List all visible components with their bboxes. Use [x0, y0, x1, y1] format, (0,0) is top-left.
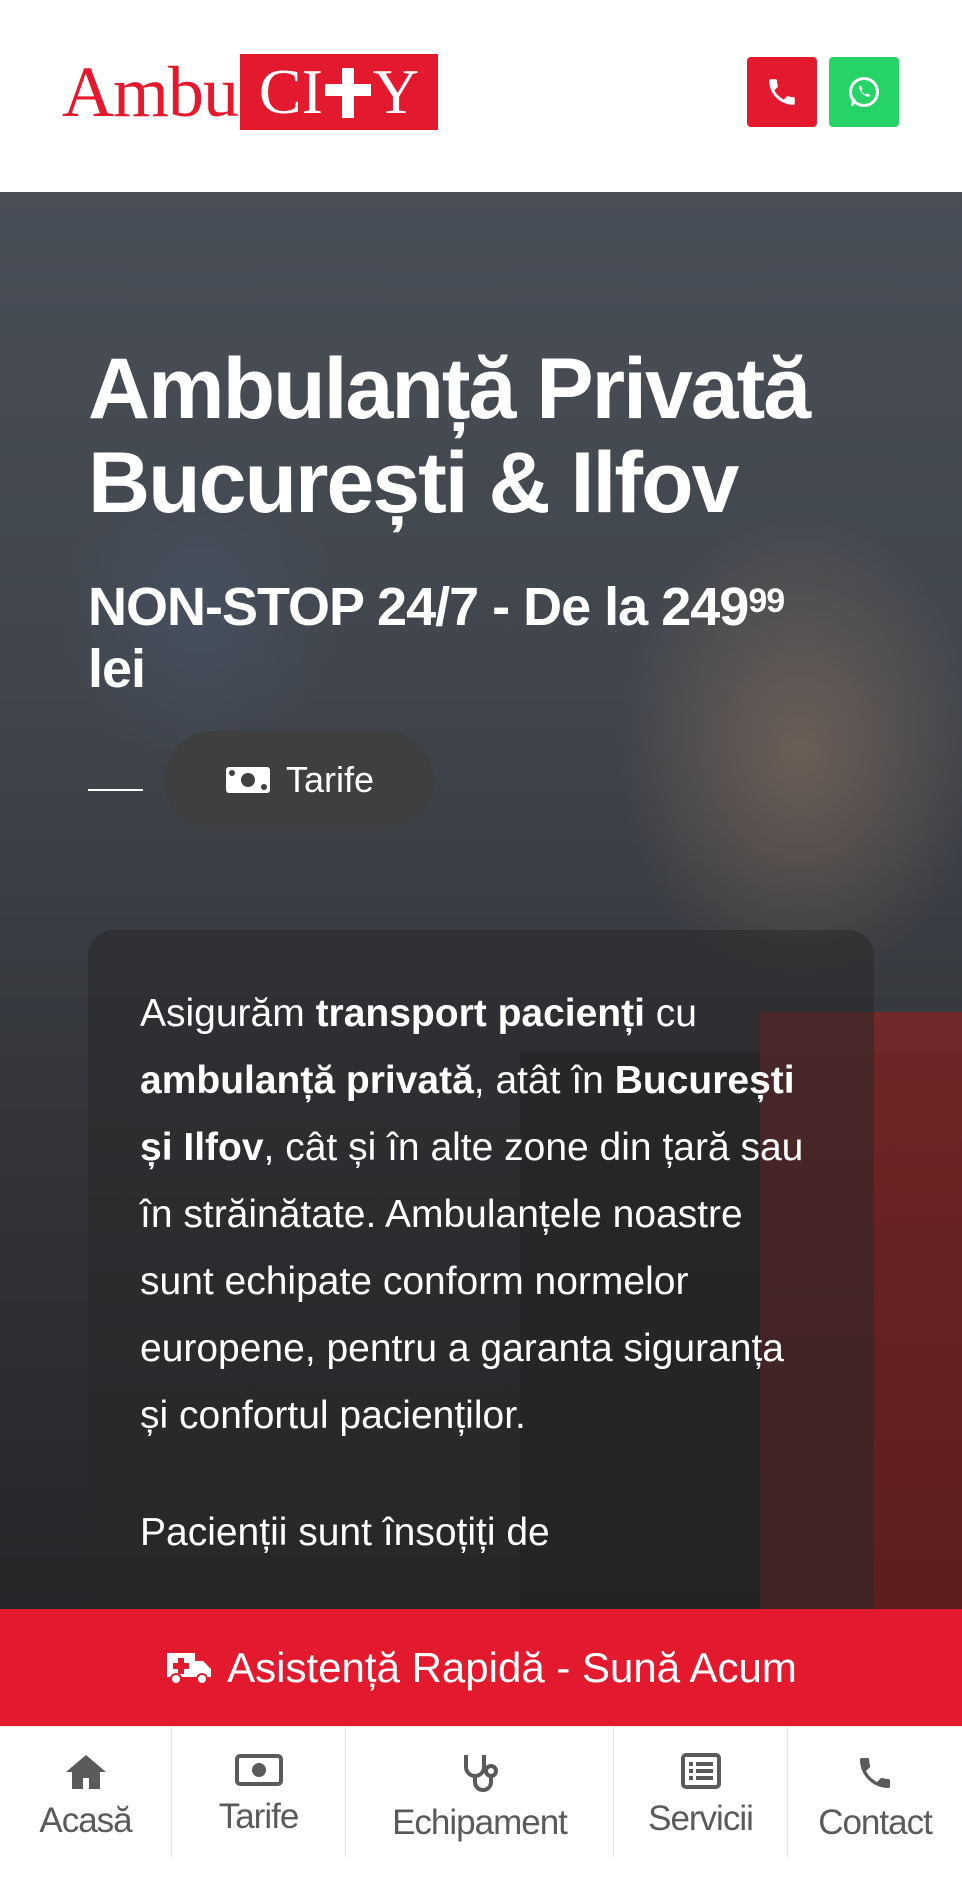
info-bold: ambulanță privată [140, 1059, 474, 1102]
logo-text-y: Y [372, 56, 420, 127]
logo-text-ci: CI [258, 56, 323, 127]
whatsapp-icon [849, 77, 879, 107]
nav-item-contact[interactable]: Contact [788, 1727, 962, 1857]
nav-item-acasa[interactable]: Acasă [0, 1727, 172, 1857]
site-header: Ambu CI Y [0, 0, 962, 192]
phone-icon [769, 79, 795, 105]
divider-line [88, 789, 143, 791]
price-unit: lei [88, 639, 146, 699]
nav-item-tarife[interactable]: Tarife [172, 1727, 346, 1857]
info-bold: transport pacienți [315, 992, 645, 1035]
hero-section: Ambulanță Privată București & Ilfov NON-… [0, 192, 962, 1612]
whatsapp-button[interactable] [829, 57, 899, 127]
nav-label-tarife: Tarife [218, 1797, 300, 1836]
call-button[interactable] [747, 57, 817, 127]
call-now-label: Asistență Rapidă - Sună Acum [227, 1643, 797, 1691]
tarife-button-label: Tarife [285, 759, 375, 800]
price-decimals: 99 [748, 582, 785, 620]
hero-subtitle-text: NON-STOP 24/7 - De la 249 [88, 577, 749, 637]
info-paragraph-1: Asigurăm transport pacienți cu ambulanță… [140, 980, 822, 1449]
info-text: , atât în [473, 1059, 615, 1102]
logo-city-box: CI Y [240, 54, 438, 130]
call-now-banner[interactable]: Asistență Rapidă - Sună Acum [0, 1609, 962, 1726]
info-text: cu [644, 992, 697, 1035]
nav-label-contact: Contact [818, 1803, 933, 1842]
money-icon [234, 1754, 283, 1786]
hero-subtitle: NON-STOP 24/7 - De la 24999 lei [88, 576, 888, 700]
cross-icon [324, 66, 371, 118]
stethoscope-icon [463, 1755, 498, 1792]
money-icon [225, 767, 270, 793]
info-paragraph-2: Pacienții sunt însoțiți de [140, 1511, 550, 1554]
hero-title: Ambulanță Privată București & Ilfov [88, 341, 811, 531]
nav-label-acasa: Acasă [39, 1801, 132, 1840]
nav-item-echipament[interactable]: Echipament [346, 1727, 614, 1857]
ambulance-icon [167, 1652, 212, 1685]
home-icon [65, 1755, 106, 1789]
phone-icon [860, 1758, 890, 1788]
tarife-button[interactable]: Tarife [164, 731, 434, 829]
info-text: , cât și în alte zone din țară sau în st… [140, 1126, 804, 1437]
logo-text-ambu: Ambu [62, 52, 239, 132]
nav-label-echipament: Echipament [392, 1803, 568, 1842]
info-text: Asigurăm [140, 992, 316, 1035]
ambucity-logo[interactable]: Ambu CI Y [62, 52, 438, 130]
bottom-navigation: Acasă Tarife Echipament Servicii Contact [0, 1726, 962, 1890]
info-card: Asigurăm transport pacienți cu ambulanță… [88, 930, 874, 1612]
nav-label-servicii: Servicii [648, 1799, 754, 1838]
nav-item-servicii[interactable]: Servicii [614, 1727, 788, 1857]
list-icon [680, 1753, 721, 1789]
